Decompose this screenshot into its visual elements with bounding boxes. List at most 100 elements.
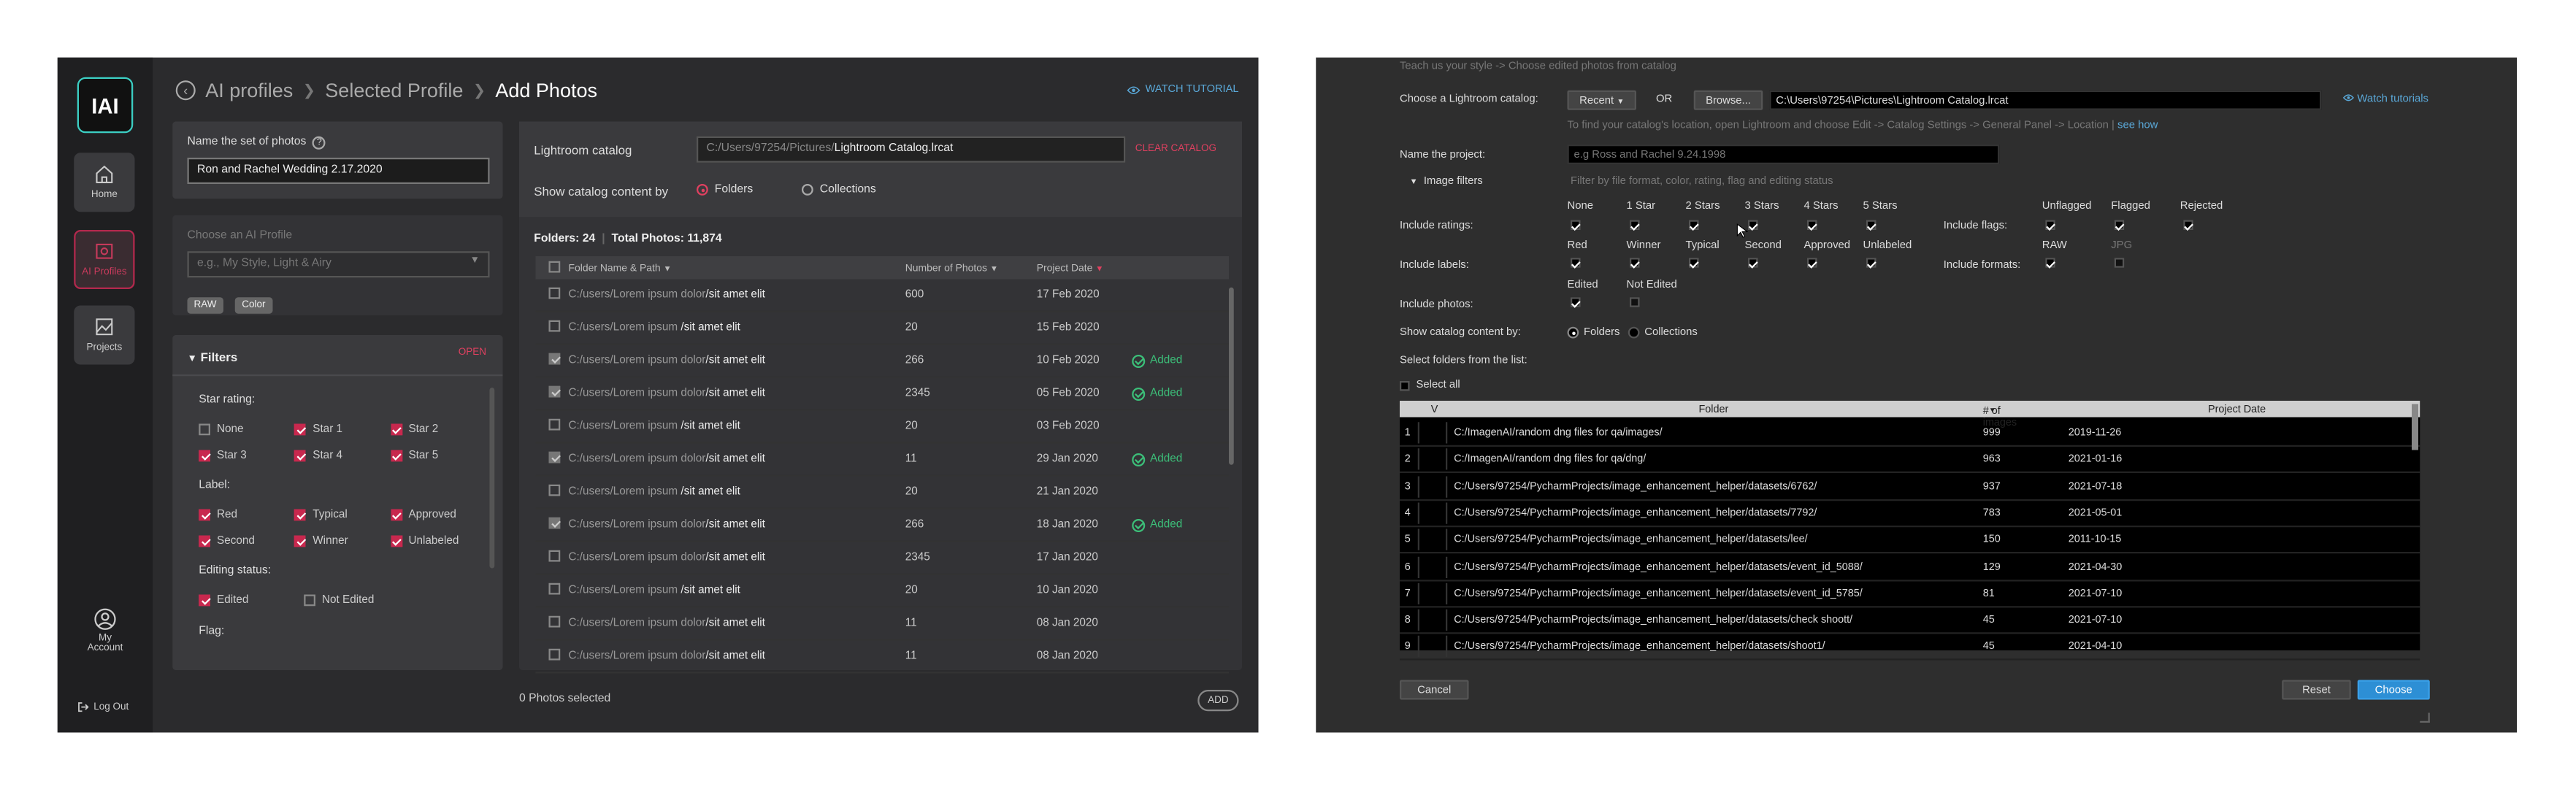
checkbox-1-star[interactable] (1630, 220, 1640, 230)
filter-option-none[interactable]: None (199, 423, 294, 435)
nav-ai-profiles[interactable]: AI Profiles (74, 230, 135, 289)
checkbox[interactable] (390, 508, 402, 520)
row-checkbox[interactable] (548, 550, 561, 562)
radio-button[interactable] (1567, 326, 1579, 339)
table-row[interactable]: C:/users/Lorem ipsum dolor/sit amet elit… (535, 378, 1229, 411)
filter-option-second[interactable]: Second (199, 534, 294, 547)
filter-option-star-1[interactable]: Star 1 (294, 423, 390, 435)
grid-header-images[interactable]: # of images ▼ (1983, 403, 2017, 429)
filter-option-edited[interactable]: Edited (199, 593, 304, 606)
clear-catalog-button[interactable]: CLEAR CATALOG (1135, 145, 1216, 155)
filter-option-winner[interactable]: Winner (294, 534, 390, 547)
header-folder[interactable]: Folder Name & Path ▼ (569, 262, 905, 274)
table-row[interactable]: C:/users/Lorem ipsum dolor/sit amet elit… (535, 345, 1229, 378)
filter-option-star-2[interactable]: Star 2 (390, 423, 486, 435)
checkbox-5-stars[interactable] (1866, 220, 1877, 230)
filter-option-red[interactable]: Red (199, 508, 294, 520)
help-icon[interactable]: ? (313, 136, 326, 150)
table-row[interactable]: C:/users/Lorem ipsum dolor/sit amet elit… (535, 542, 1229, 575)
row-checkbox[interactable] (548, 615, 561, 628)
filter-option-approved[interactable]: Approved (390, 508, 486, 520)
nav-projects[interactable]: Projects (74, 305, 135, 365)
row-checkbox[interactable] (548, 353, 561, 365)
grid-header-select[interactable]: V (1431, 403, 1438, 415)
checkbox[interactable] (199, 534, 210, 547)
filter-option-star-5[interactable]: Star 5 (390, 449, 486, 461)
checkbox[interactable] (294, 534, 307, 547)
cancel-button[interactable]: Cancel (1400, 680, 1469, 700)
logout-button[interactable]: Log Out (77, 701, 129, 713)
grid-row[interactable]: 7 C:/Users/97254/PycharmProjects/image_en… (1400, 581, 2420, 608)
breadcrumb-ai-profiles[interactable]: AI profiles (205, 79, 293, 102)
grid-row[interactable]: 6 C:/Users/97254/PycharmProjects/image_en… (1400, 554, 2420, 581)
choose-button[interactable]: Choose (2357, 680, 2430, 700)
see-how-link[interactable]: see how (2117, 120, 2158, 131)
checkbox[interactable] (199, 593, 210, 606)
grid-scrollbar[interactable] (2412, 404, 2418, 450)
checkbox-winner[interactable] (1630, 258, 1640, 268)
checkbox[interactable] (199, 508, 210, 520)
image-filters-toggle[interactable]: ▼ Image filters (1410, 176, 1483, 188)
grid-row[interactable]: 8 C:/Users/97254/PycharmProjects/image_en… (1400, 608, 2420, 634)
filter-option-not-edited[interactable]: Not Edited (304, 593, 409, 606)
checkbox-approved[interactable] (1807, 258, 1817, 268)
select-all-checkbox[interactable] (548, 260, 561, 272)
row-select-cell[interactable] (1417, 448, 1448, 471)
checkbox-second[interactable] (1748, 258, 1758, 268)
table-row[interactable]: C:/users/Lorem ipsum /sit amet elit 20 15 … (535, 312, 1229, 345)
checkbox[interactable] (294, 449, 307, 461)
row-select-cell[interactable] (1417, 609, 1448, 631)
table-row[interactable]: C:/users/Lorem ipsum dolor/sit amet elit… (535, 280, 1229, 312)
row-select-cell[interactable] (1417, 636, 1448, 658)
grid-header-folder[interactable]: Folder (1699, 403, 1729, 415)
browse-button[interactable]: Browse... (1693, 90, 1763, 110)
filter-option-star-4[interactable]: Star 4 (294, 449, 390, 461)
filters-toggle[interactable]: ▼ Filters (188, 350, 238, 364)
radio-collections[interactable]: Collections (802, 184, 876, 196)
table-row[interactable]: C:/users/Lorem ipsum dolor/sit amet elit… (535, 641, 1229, 674)
checkbox[interactable] (199, 449, 210, 461)
header-count[interactable]: Number of Photos ▼ (905, 262, 1037, 274)
radio-button[interactable] (1628, 326, 1640, 339)
filter-option-unlabeled[interactable]: Unlabeled (390, 534, 486, 547)
reset-button[interactable]: Reset (2282, 680, 2351, 700)
row-select-cell[interactable] (1417, 422, 1448, 444)
table-row[interactable]: C:/users/Lorem ipsum dolor/sit amet elit… (535, 608, 1229, 641)
row-checkbox[interactable] (548, 517, 561, 529)
grid-row[interactable]: 2 C:/ImagenAI/random dng files for qa/dng… (1400, 447, 2420, 474)
watch-tutorials-link[interactable]: Watch tutorials (2342, 93, 2429, 105)
ai-profile-select[interactable]: e.g., My Style, Light & Airy ▼ (187, 251, 490, 278)
grid-header-date[interactable]: Project Date (2208, 403, 2266, 415)
table-row[interactable]: C:/users/Lorem ipsum /sit amet elit 20 21 … (535, 477, 1229, 510)
catalog-path-field[interactable]: C:\Users\97254\Pictures\Lightroom Catalo… (1769, 90, 2322, 110)
grid-row[interactable]: 4 C:/Users/97254/PycharmProjects/image_en… (1400, 501, 2420, 528)
grid-row[interactable]: 1 C:/ImagenAI/random dng files for qa/ima… (1400, 420, 2420, 447)
checkbox[interactable] (199, 423, 210, 435)
select-all-checkbox[interactable] (1400, 380, 1410, 391)
name-set-input[interactable]: Ron and Rachel Wedding 2.17.2020 (187, 158, 490, 184)
back-button[interactable]: ‹ (175, 80, 196, 101)
checkbox-not-edited[interactable] (1630, 297, 1640, 307)
checkbox-edited[interactable] (1571, 297, 1581, 307)
filter-option-star-3[interactable]: Star 3 (199, 449, 294, 461)
table-row[interactable]: C:/users/Lorem ipsum dolor/sit amet elit… (535, 510, 1229, 542)
project-name-input[interactable]: e.g Ross and Rachel 9.24.1998 (1567, 145, 2000, 164)
watch-tutorial-link[interactable]: WATCH TUTORIAL (1127, 84, 1239, 96)
row-select-cell[interactable] (1417, 555, 1448, 577)
row-checkbox[interactable] (548, 451, 561, 464)
checkbox-unflagged[interactable] (2045, 220, 2055, 230)
checkbox-jpg[interactable] (2114, 258, 2125, 268)
checkbox[interactable] (294, 423, 307, 435)
row-checkbox[interactable] (548, 320, 561, 332)
checkbox-flagged[interactable] (2114, 220, 2125, 230)
checkbox[interactable] (294, 508, 307, 520)
row-checkbox[interactable] (548, 385, 561, 398)
resize-grip-icon[interactable] (2420, 712, 2430, 723)
checkbox[interactable] (390, 449, 402, 461)
radio-button[interactable] (697, 184, 708, 196)
checkbox[interactable] (304, 593, 315, 606)
filters-scrollbar[interactable] (489, 388, 495, 569)
checkbox-unlabeled[interactable] (1866, 258, 1877, 268)
table-row[interactable]: C:/users/Lorem ipsum /sit amet elit 20 03 … (535, 411, 1229, 444)
table-scrollbar[interactable] (1229, 287, 1234, 465)
